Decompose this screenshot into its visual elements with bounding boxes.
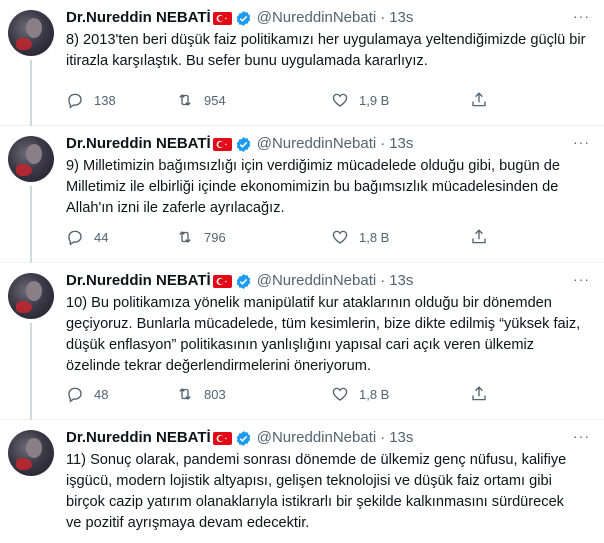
turkish-flag-icon [212,11,232,25]
tweet-header: Dr.Nureddin NEBATİ @NureddinNebati · 13s [66,428,413,448]
share-button[interactable] [470,385,488,403]
like-button[interactable]: 1,8 B [331,228,389,246]
tweet-text: 10) Bu politikamıza yönelik manipülatif … [66,295,581,374]
tweet-2[interactable]: Dr.Nureddin NEBATİ @NureddinNebati · 13s… [0,126,604,263]
reply-button[interactable]: 44 [66,228,108,246]
tweet-text: 8) 2013'ten beri düşük faiz politikamızı… [66,32,586,69]
like-count: 1,8 B [359,386,390,402]
separator-dot: · [380,135,386,152]
tweet-1[interactable]: Dr.Nureddin NEBATİ @NureddinNebati · 13s… [0,0,604,126]
author-handle[interactable]: @NureddinNebati [257,428,376,448]
heart-icon [332,230,348,244]
like-button[interactable]: 1,8 B [331,385,389,403]
share-button[interactable] [470,91,488,109]
share-icon [472,386,486,401]
more-options-icon[interactable]: ··· [573,271,590,287]
share-button[interactable] [470,228,488,246]
like-count: 1,9 B [359,92,390,108]
avatar[interactable] [8,136,54,182]
tweet-actions: 48 803 1,8 B [66,383,496,405]
reply-button[interactable]: 138 [66,91,116,109]
more-options-icon[interactable]: ··· [573,134,590,150]
reply-icon [68,387,82,403]
like-count: 1,8 B [359,229,390,245]
retweet-count: 796 [204,229,226,245]
author-handle[interactable]: @NureddinNebati [257,271,376,291]
tweet-header: Dr.Nureddin NEBATİ @NureddinNebati · 13s [66,134,413,154]
verified-badge-icon [236,10,251,26]
verified-badge-icon [236,273,251,289]
separator-dot: · [380,9,386,26]
tweet-actions: 138 954 1,9 B [66,89,496,111]
share-icon [472,229,486,244]
author-name[interactable]: Dr.Nureddin NEBATİ [66,428,211,448]
retweet-icon [179,231,191,243]
heart-icon [332,387,348,401]
turkish-flag-icon [212,431,232,445]
retweet-icon [179,388,191,400]
thread-line [30,186,32,263]
tweet-actions: 44 796 1,8 B [66,226,496,248]
like-button[interactable]: 1,9 B [331,91,389,109]
avatar[interactable] [8,273,54,319]
share-icon [472,92,486,107]
tweet-header: Dr.Nureddin NEBATİ @NureddinNebati · 13s [66,271,413,291]
retweet-icon [179,94,191,106]
separator-dot: · [380,429,386,446]
thread-line [30,60,32,126]
reply-icon [68,230,82,246]
timestamp[interactable]: 13s [389,428,413,448]
retweet-button[interactable]: 796 [176,228,226,246]
author-name[interactable]: Dr.Nureddin NEBATİ [66,134,211,154]
tweet-text: 9) Milletimizin bağımsızlığı için verdiğ… [66,158,560,216]
timestamp[interactable]: 13s [389,8,413,28]
tweet-text: 11) Sonuç olarak, pandemi sonrası dönemd… [66,452,567,531]
tweet-header: Dr.Nureddin NEBATİ @NureddinNebati · 13s [66,8,413,28]
avatar[interactable] [8,10,54,56]
retweet-button[interactable]: 954 [176,91,226,109]
author-handle[interactable]: @NureddinNebati [257,8,376,28]
reply-icon [68,93,82,109]
more-options-icon[interactable]: ··· [573,428,590,444]
verified-badge-icon [236,136,251,152]
separator-dot: · [380,272,386,289]
more-options-icon[interactable]: ··· [573,8,590,24]
tweet-3[interactable]: Dr.Nureddin NEBATİ @NureddinNebati · 13s… [0,263,604,420]
turkish-flag-icon [212,274,232,288]
reply-count: 138 [94,92,116,108]
timestamp[interactable]: 13s [389,134,413,154]
retweet-button[interactable]: 803 [176,385,226,403]
retweet-count: 803 [204,386,226,402]
turkish-flag-icon [212,137,232,151]
author-handle[interactable]: @NureddinNebati [257,134,376,154]
reply-button[interactable]: 48 [66,385,108,403]
author-name[interactable]: Dr.Nureddin NEBATİ [66,271,211,291]
reply-count: 48 [94,386,109,402]
verified-badge-icon [236,430,251,446]
reply-count: 44 [94,229,109,245]
avatar[interactable] [8,430,54,476]
tweet-4[interactable]: Dr.Nureddin NEBATİ @NureddinNebati · 13s… [0,420,604,543]
heart-icon [332,93,348,107]
retweet-count: 954 [204,92,226,108]
thread-line [30,323,32,420]
timestamp[interactable]: 13s [389,271,413,291]
author-name[interactable]: Dr.Nureddin NEBATİ [66,8,211,28]
